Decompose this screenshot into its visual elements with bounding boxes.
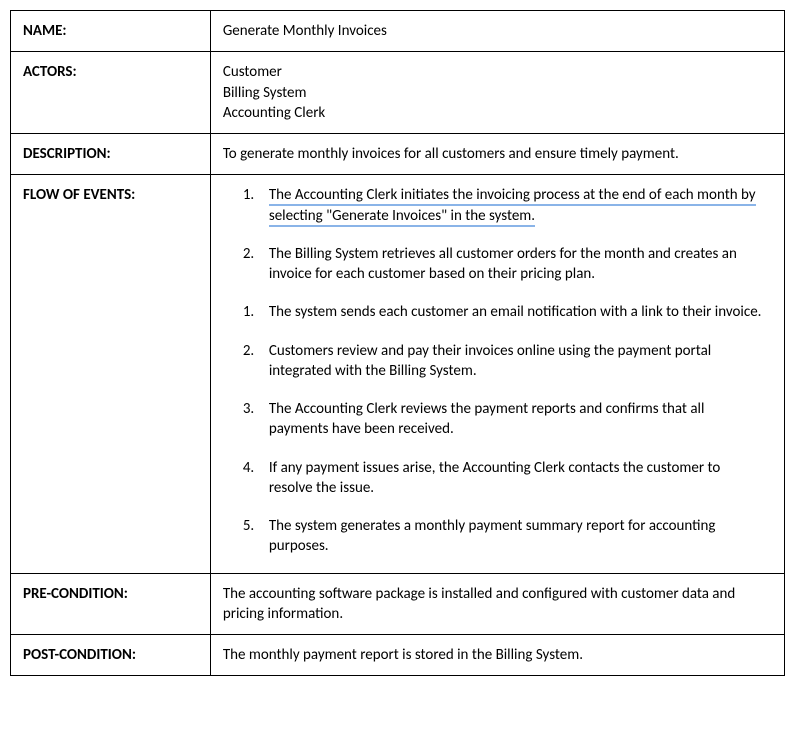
label-postcondition: POST-CONDITION: bbox=[11, 635, 211, 676]
flow-item-text: Customers review and pay their invoices … bbox=[269, 341, 762, 382]
row-precondition: PRE-CONDITION: The accounting software p… bbox=[11, 573, 785, 635]
row-name: NAME: Generate Monthly Invoices bbox=[11, 11, 785, 52]
flow-item-text: The system sends each customer an email … bbox=[269, 302, 762, 322]
highlighted-text: The Accounting Clerk initiates the invoi… bbox=[269, 186, 756, 226]
value-name: Generate Monthly Invoices bbox=[210, 11, 784, 52]
value-flow: 1.The Accounting Clerk initiates the inv… bbox=[210, 175, 784, 573]
flow-item: 1.The Accounting Clerk initiates the inv… bbox=[243, 185, 772, 226]
row-flow: FLOW OF EVENTS: 1.The Accounting Clerk i… bbox=[11, 175, 785, 573]
flow-item: 5.The system generates a monthly payment… bbox=[243, 516, 772, 557]
value-precondition: The accounting software package is insta… bbox=[210, 573, 784, 635]
row-postcondition: POST-CONDITION: The monthly payment repo… bbox=[11, 635, 785, 676]
flow-item: 2.The Billing System retrieves all custo… bbox=[243, 244, 772, 285]
label-description: DESCRIPTION: bbox=[11, 134, 211, 175]
label-actors: ACTORS: bbox=[11, 52, 211, 134]
label-name: NAME: bbox=[11, 11, 211, 52]
usecase-table: NAME: Generate Monthly Invoices ACTORS: … bbox=[10, 10, 785, 676]
flow-item: 2.Customers review and pay their invoice… bbox=[243, 341, 772, 382]
value-description: To generate monthly invoices for all cus… bbox=[210, 134, 784, 175]
flow-item: 4.If any payment issues arise, the Accou… bbox=[243, 458, 772, 499]
flow-item-text: If any payment issues arise, the Account… bbox=[269, 458, 762, 499]
flow-item: 1.The system sends each customer an emai… bbox=[243, 302, 772, 322]
flow-item-number: 5. bbox=[243, 516, 269, 557]
flow-item-text: The Accounting Clerk initiates the invoi… bbox=[269, 185, 762, 226]
value-postcondition: The monthly payment report is stored in … bbox=[210, 635, 784, 676]
actor-item: Billing System bbox=[223, 83, 772, 103]
flow-item: 3.The Accounting Clerk reviews the payme… bbox=[243, 399, 772, 440]
flow-item-number: 1. bbox=[243, 185, 269, 226]
label-flow: FLOW OF EVENTS: bbox=[11, 175, 211, 573]
flow-item-text: The Accounting Clerk reviews the payment… bbox=[269, 399, 762, 440]
flow-item-text: The system generates a monthly payment s… bbox=[269, 516, 762, 557]
row-description: DESCRIPTION: To generate monthly invoice… bbox=[11, 134, 785, 175]
flow-item-number: 2. bbox=[243, 341, 269, 382]
flow-item-number: 1. bbox=[243, 302, 269, 322]
row-actors: ACTORS: Customer Billing System Accounti… bbox=[11, 52, 785, 134]
flow-item-text: The Billing System retrieves all custome… bbox=[269, 244, 762, 285]
flow-item-number: 2. bbox=[243, 244, 269, 285]
flow-item-number: 3. bbox=[243, 399, 269, 440]
label-precondition: PRE-CONDITION: bbox=[11, 573, 211, 635]
actor-item: Customer bbox=[223, 62, 772, 82]
value-actors: Customer Billing System Accounting Clerk bbox=[210, 52, 784, 134]
actor-item: Accounting Clerk bbox=[223, 103, 772, 123]
flow-list: 1.The Accounting Clerk initiates the inv… bbox=[223, 185, 772, 556]
flow-item-number: 4. bbox=[243, 458, 269, 499]
